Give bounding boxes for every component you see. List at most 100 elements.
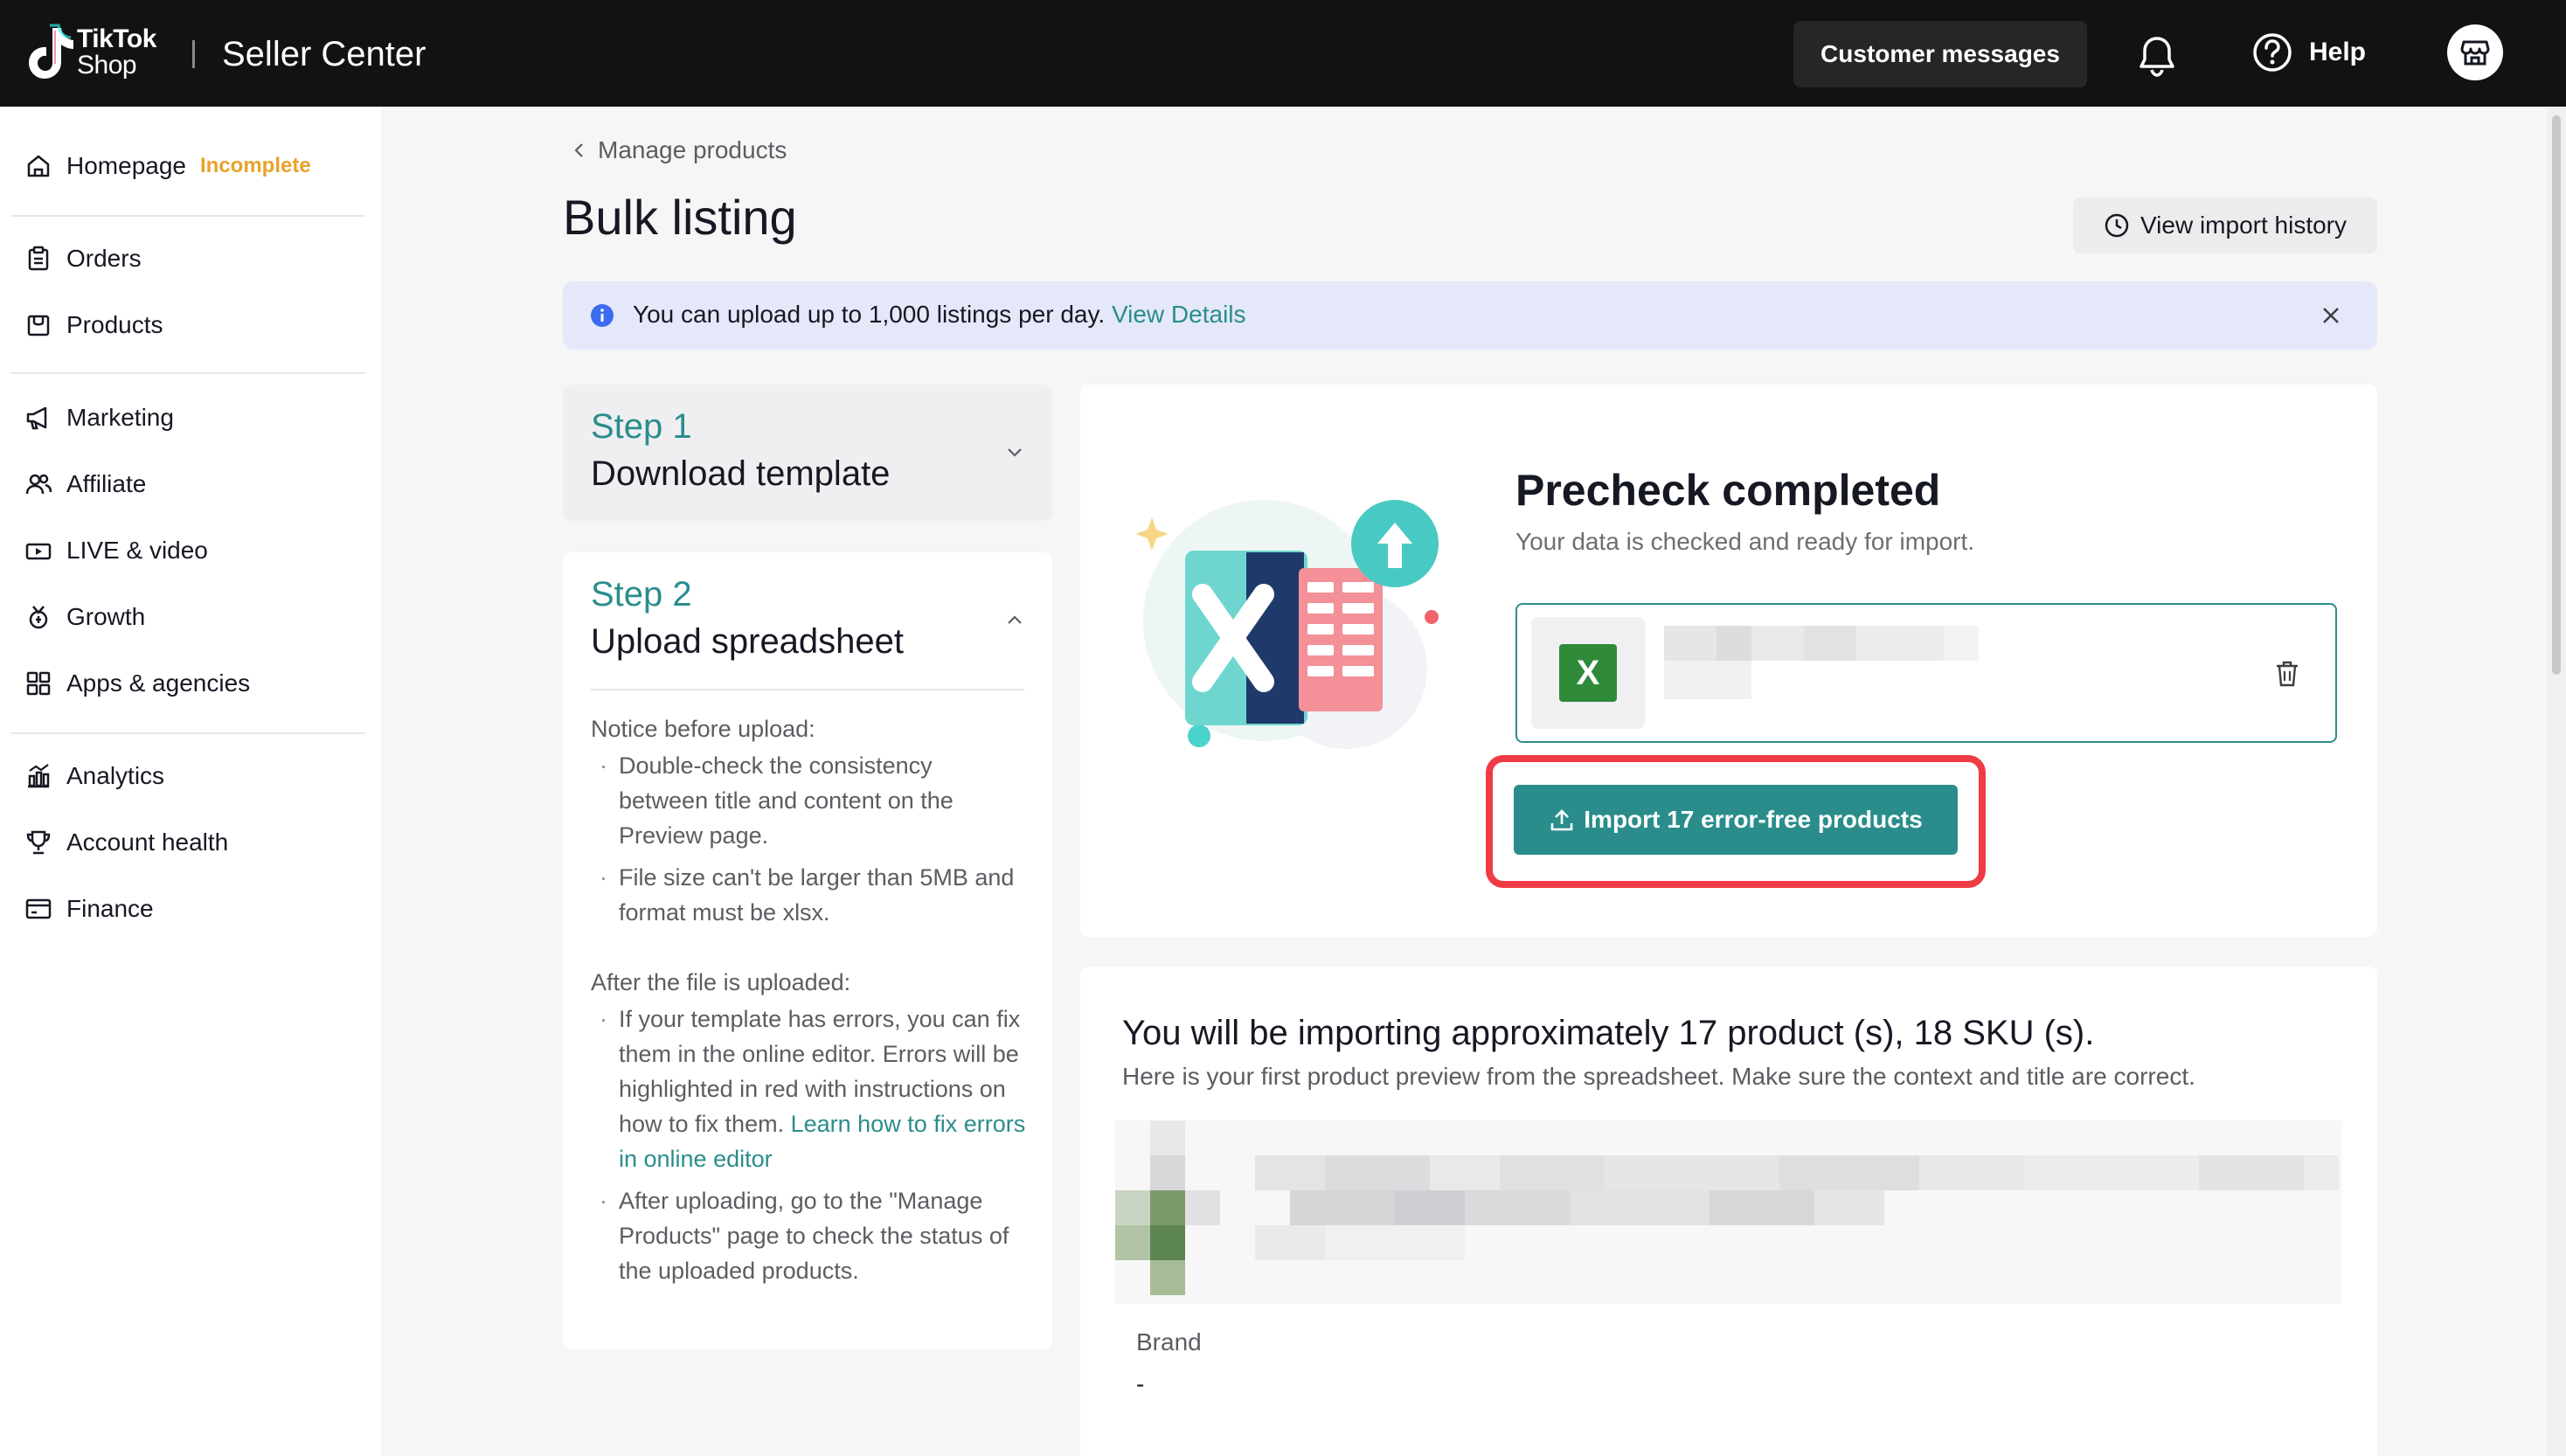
xlsx-file-icon: X	[1531, 617, 1645, 729]
spreadsheet-upload-illustration	[1135, 500, 1439, 749]
clipboard-icon	[28, 246, 49, 271]
megaphone-icon	[26, 406, 47, 430]
uploaded-file: X	[1515, 603, 2337, 743]
live-icon	[25, 543, 52, 560]
chevron-up-icon[interactable]	[1003, 608, 1026, 631]
scrollbar-thumb[interactable]	[2552, 115, 2561, 675]
sidebar-item-orders[interactable]: Orders	[24, 245, 142, 273]
precheck-title: Precheck completed	[1515, 466, 1941, 515]
store-avatar[interactable]	[2447, 24, 2503, 80]
tiktok-logo-icon[interactable]	[23, 23, 79, 84]
sidebar-item-homepage[interactable]: Homepage Incomplete	[24, 152, 311, 180]
step2-title: Upload spreadsheet	[591, 622, 905, 661]
sidebar-item-finance[interactable]: Finance	[24, 895, 154, 923]
sidebar: Homepage Incomplete Orders Products Mark…	[0, 107, 381, 1456]
precheck-card: Precheck completed Your data is checked …	[1080, 385, 2377, 937]
upload-icon	[1550, 809, 1573, 831]
question-icon	[2253, 33, 2292, 72]
sidebar-item-live-video[interactable]: LIVE & video	[24, 537, 208, 565]
excel-letter: X	[1577, 654, 1600, 692]
sidebar-item-label: Growth	[66, 603, 146, 630]
logo-divider	[192, 40, 195, 68]
sidebar-item-analytics[interactable]: Analytics	[24, 762, 164, 790]
app-title: Seller Center	[222, 35, 427, 73]
view-import-history-button[interactable]: View import history	[2073, 198, 2377, 253]
info-banner: You can upload up to 1,000 listings per …	[563, 281, 2377, 350]
apps-icon	[26, 671, 51, 696]
breadcrumb[interactable]: Manage products	[570, 136, 787, 164]
brand-label: Brand	[1136, 1328, 1202, 1355]
sidebar-item-label: Finance	[66, 895, 154, 922]
chevron-left-icon	[574, 143, 583, 157]
sidebar-divider	[10, 372, 365, 374]
logo-line1: TikTok	[77, 24, 156, 53]
info-banner-message: You can upload up to 1,000 listings per …	[633, 301, 1106, 328]
sidebar-item-marketing[interactable]: Marketing	[24, 404, 174, 432]
chevron-down-icon[interactable]	[1003, 440, 1026, 463]
trophy-icon	[26, 830, 51, 855]
step2-card: Step 2 Upload spreadsheet Notice before …	[563, 552, 1052, 1349]
step2-number: Step 2	[591, 575, 692, 614]
box-icon	[27, 315, 50, 336]
step1-number: Step 1	[591, 407, 692, 446]
precheck-subtitle: Your data is checked and ready for impor…	[1515, 528, 1975, 555]
after-upload-item: If your template has errors, you can fix…	[591, 1002, 1028, 1176]
sidebar-item-label: Apps & agencies	[66, 669, 251, 697]
clock-icon	[2105, 213, 2129, 238]
sidebar-item-label: Marketing	[66, 404, 174, 431]
medal-icon	[29, 606, 48, 629]
preview-subtitle: Here is your first product preview from …	[1122, 1063, 2195, 1090]
sidebar-item-label: LIVE & video	[66, 537, 208, 564]
page-scrollbar[interactable]	[2547, 107, 2566, 1456]
sidebar-item-label: Analytics	[66, 762, 165, 789]
wallet-icon	[25, 898, 52, 919]
after-upload-list: If your template has errors, you can fix…	[591, 1002, 1028, 1288]
notice-item: File size can't be larger than 5MB and f…	[591, 860, 1028, 930]
sidebar-item-label: Products	[66, 311, 163, 338]
brand-value: -	[1136, 1370, 1145, 1397]
customer-messages-button[interactable]: Customer messages	[1793, 21, 2087, 87]
chart-icon	[28, 764, 50, 788]
sidebar-item-label: Homepage	[66, 152, 186, 179]
people-icon	[25, 474, 52, 495]
sidebar-item-growth[interactable]: Growth	[24, 603, 145, 631]
sidebar-item-affiliate[interactable]: Affiliate	[24, 470, 146, 498]
notice-heading: Notice before upload:	[591, 716, 815, 742]
preview-title: You will be importing approximately 17 p…	[1122, 1014, 2095, 1052]
sidebar-item-products[interactable]: Products	[24, 311, 163, 339]
view-import-history-label: View import history	[2139, 211, 2347, 239]
home-icon	[27, 155, 50, 177]
info-icon	[591, 304, 614, 327]
close-icon[interactable]	[2320, 304, 2342, 327]
notice-item: Double-check the consistency between tit…	[591, 748, 1028, 853]
step2-divider	[591, 689, 1024, 690]
upload-notes: Notice before upload: Double-check the c…	[591, 711, 1028, 1295]
trash-icon[interactable]	[2274, 659, 2300, 689]
bell-icon[interactable]	[2136, 33, 2178, 77]
view-details-link[interactable]: View Details	[1112, 301, 1246, 328]
help-label: Help	[2309, 38, 2367, 66]
page-title: Bulk listing	[563, 190, 797, 245]
sidebar-item-label: Affiliate	[66, 470, 147, 497]
sidebar-item-label: Account health	[66, 829, 229, 856]
sidebar-divider	[10, 215, 365, 217]
store-icon	[2460, 40, 2490, 66]
top-bar: TikTok Shop Seller Center Customer messa…	[0, 0, 2566, 107]
logo-wordmark[interactable]: TikTok Shop	[77, 26, 156, 79]
incomplete-badge: Incomplete	[199, 154, 311, 177]
sidebar-item-apps-agencies[interactable]: Apps & agencies	[24, 669, 250, 697]
sidebar-item-label: Orders	[66, 245, 142, 272]
step1-title: Download template	[591, 454, 891, 493]
import-products-button[interactable]: Import 17 error-free products	[1514, 785, 1958, 855]
logo-line2: Shop	[77, 51, 137, 80]
sidebar-item-account-health[interactable]: Account health	[24, 829, 228, 856]
product-preview-card: You will be importing approximately 17 p…	[1080, 967, 2377, 1456]
info-banner-text: You can upload up to 1,000 listings per …	[633, 301, 1246, 329]
after-upload-heading: After the file is uploaded:	[591, 969, 851, 995]
notice-list: Double-check the consistency between tit…	[591, 748, 1028, 930]
blurred-file-name	[1664, 626, 1979, 699]
import-products-label: Import 17 error-free products	[1584, 806, 1923, 833]
blurred-product-preview	[1115, 1120, 2342, 1304]
step1-card[interactable]: Step 1 Download template	[563, 385, 1052, 521]
help-button[interactable]: Help	[2251, 31, 2366, 73]
